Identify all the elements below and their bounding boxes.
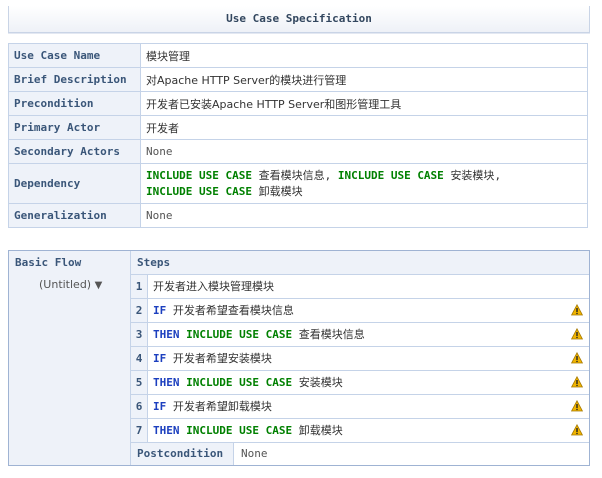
- step-row[interactable]: 4 IF 开发者希望安装模块: [131, 347, 589, 371]
- step-text: 开发者希望安装模块: [172, 352, 272, 365]
- keyword-include-use-case: INCLUDE USE CASE: [186, 376, 293, 389]
- step-number: 6: [131, 395, 148, 418]
- warning-icon[interactable]: [571, 376, 583, 388]
- label-use-case-name: Use Case Name: [8, 43, 141, 68]
- label-generalization: Generalization: [8, 203, 141, 228]
- row-brief-description: Brief Description 对Apache HTTP Server的模块…: [8, 67, 588, 92]
- steps-header: Steps: [131, 251, 589, 275]
- step-text: 开发者希望查看模块信息: [172, 304, 294, 317]
- separator: ,: [324, 168, 332, 182]
- step-row[interactable]: 3 THEN INCLUDE USE CASE 查看模块信息: [131, 323, 589, 347]
- label-secondary-actors: Secondary Actors: [8, 139, 141, 164]
- keyword-then: THEN: [153, 328, 180, 341]
- step-content[interactable]: 开发者进入模块管理模块: [153, 275, 274, 298]
- row-dependency: Dependency INCLUDE USE CASE 查看模块信息, INCL…: [8, 163, 588, 204]
- flow-sidebar: Basic Flow (Untitled) ▼: [9, 251, 131, 465]
- warning-icon[interactable]: [571, 424, 583, 436]
- basic-flow-label: Basic Flow: [15, 256, 82, 269]
- step-row[interactable]: 5 THEN INCLUDE USE CASE 安装模块: [131, 371, 589, 395]
- basic-flow-panel: Basic Flow (Untitled) ▼ Steps 1 开发者进入模块管理…: [8, 250, 590, 466]
- step-number: 5: [131, 371, 148, 394]
- warning-icon[interactable]: [571, 352, 583, 364]
- keyword-if: IF: [153, 304, 167, 317]
- step-number: 3: [131, 323, 148, 346]
- keyword-include-use-case: INCLUDE USE CASE: [146, 184, 252, 198]
- row-precondition: Precondition 开发者已安装Apache HTTP Server和图形…: [8, 91, 588, 116]
- warning-icon[interactable]: [571, 328, 583, 340]
- step-row[interactable]: 6 IF 开发者希望卸载模块: [131, 395, 589, 419]
- step-content[interactable]: IF 开发者希望安装模块: [153, 347, 272, 370]
- separator: ,: [494, 168, 502, 182]
- value-primary-actor[interactable]: 开发者: [140, 115, 588, 140]
- step-content[interactable]: THEN INCLUDE USE CASE 查看模块信息: [153, 323, 365, 346]
- step-content[interactable]: IF 开发者希望查看模块信息: [153, 299, 294, 322]
- row-secondary-actors: Secondary Actors None: [8, 139, 588, 164]
- step-content[interactable]: THEN INCLUDE USE CASE 卸载模块: [153, 419, 343, 442]
- step-number: 4: [131, 347, 148, 370]
- step-row[interactable]: 7 THEN INCLUDE USE CASE 卸载模块: [131, 419, 589, 443]
- value-dependency[interactable]: INCLUDE USE CASE 查看模块信息, INCLUDE USE CAS…: [140, 163, 588, 204]
- value-generalization[interactable]: None: [140, 203, 588, 228]
- step-number: 7: [131, 419, 148, 442]
- step-text: 开发者进入模块管理模块: [153, 280, 274, 293]
- postcondition-label: Postcondition: [131, 443, 234, 465]
- value-precondition[interactable]: 开发者已安装Apache HTTP Server和图形管理工具: [140, 91, 588, 116]
- page-title: Use Case Specification: [8, 6, 590, 33]
- keyword-if: IF: [153, 352, 167, 365]
- keyword-then: THEN: [153, 376, 180, 389]
- dropdown-triangle-icon[interactable]: ▼: [95, 280, 103, 291]
- warning-icon[interactable]: [571, 304, 583, 316]
- step-text: 安装模块: [298, 376, 343, 389]
- value-secondary-actors[interactable]: None: [140, 139, 588, 164]
- step-content[interactable]: IF 开发者希望卸载模块: [153, 395, 272, 418]
- keyword-include-use-case: INCLUDE USE CASE: [186, 424, 293, 437]
- flow-name-dropdown[interactable]: (Untitled) ▼: [39, 278, 102, 291]
- keyword-include-use-case: INCLUDE USE CASE: [146, 168, 252, 182]
- step-text: 查看模块信息: [298, 328, 365, 341]
- row-primary-actor: Primary Actor 开发者: [8, 115, 588, 140]
- warning-icon[interactable]: [571, 400, 583, 412]
- keyword-include-use-case: INCLUDE USE CASE: [186, 328, 293, 341]
- step-text: 开发者希望卸载模块: [172, 400, 272, 413]
- keyword-then: THEN: [153, 424, 180, 437]
- step-row[interactable]: 1 开发者进入模块管理模块: [131, 275, 589, 299]
- label-primary-actor: Primary Actor: [8, 115, 141, 140]
- dependency-item[interactable]: 安装模块: [450, 169, 494, 182]
- row-generalization: Generalization None: [8, 203, 588, 228]
- step-row[interactable]: 2 IF 开发者希望查看模块信息: [131, 299, 589, 323]
- label-precondition: Precondition: [8, 91, 141, 116]
- row-use-case-name: Use Case Name 模块管理: [8, 43, 588, 68]
- step-content[interactable]: THEN INCLUDE USE CASE 安装模块: [153, 371, 343, 394]
- label-brief-description: Brief Description: [8, 67, 141, 92]
- label-dependency: Dependency: [8, 163, 141, 204]
- keyword-include-use-case: INCLUDE USE CASE: [337, 168, 444, 182]
- step-number: 2: [131, 299, 148, 322]
- postcondition-value[interactable]: None: [241, 443, 268, 465]
- postcondition-row: Postcondition None: [131, 443, 589, 465]
- value-use-case-name[interactable]: 模块管理: [140, 43, 588, 68]
- value-brief-description[interactable]: 对Apache HTTP Server的模块进行管理: [140, 67, 588, 92]
- keyword-if: IF: [153, 400, 167, 413]
- spec-table: Use Case Name 模块管理 Brief Description 对Ap…: [8, 43, 588, 228]
- dependency-item[interactable]: 查看模块信息: [259, 169, 325, 182]
- dependency-item[interactable]: 卸载模块: [259, 185, 303, 198]
- flow-name-label: (Untitled): [39, 278, 92, 291]
- step-number: 1: [131, 275, 148, 298]
- step-text: 卸载模块: [298, 424, 343, 437]
